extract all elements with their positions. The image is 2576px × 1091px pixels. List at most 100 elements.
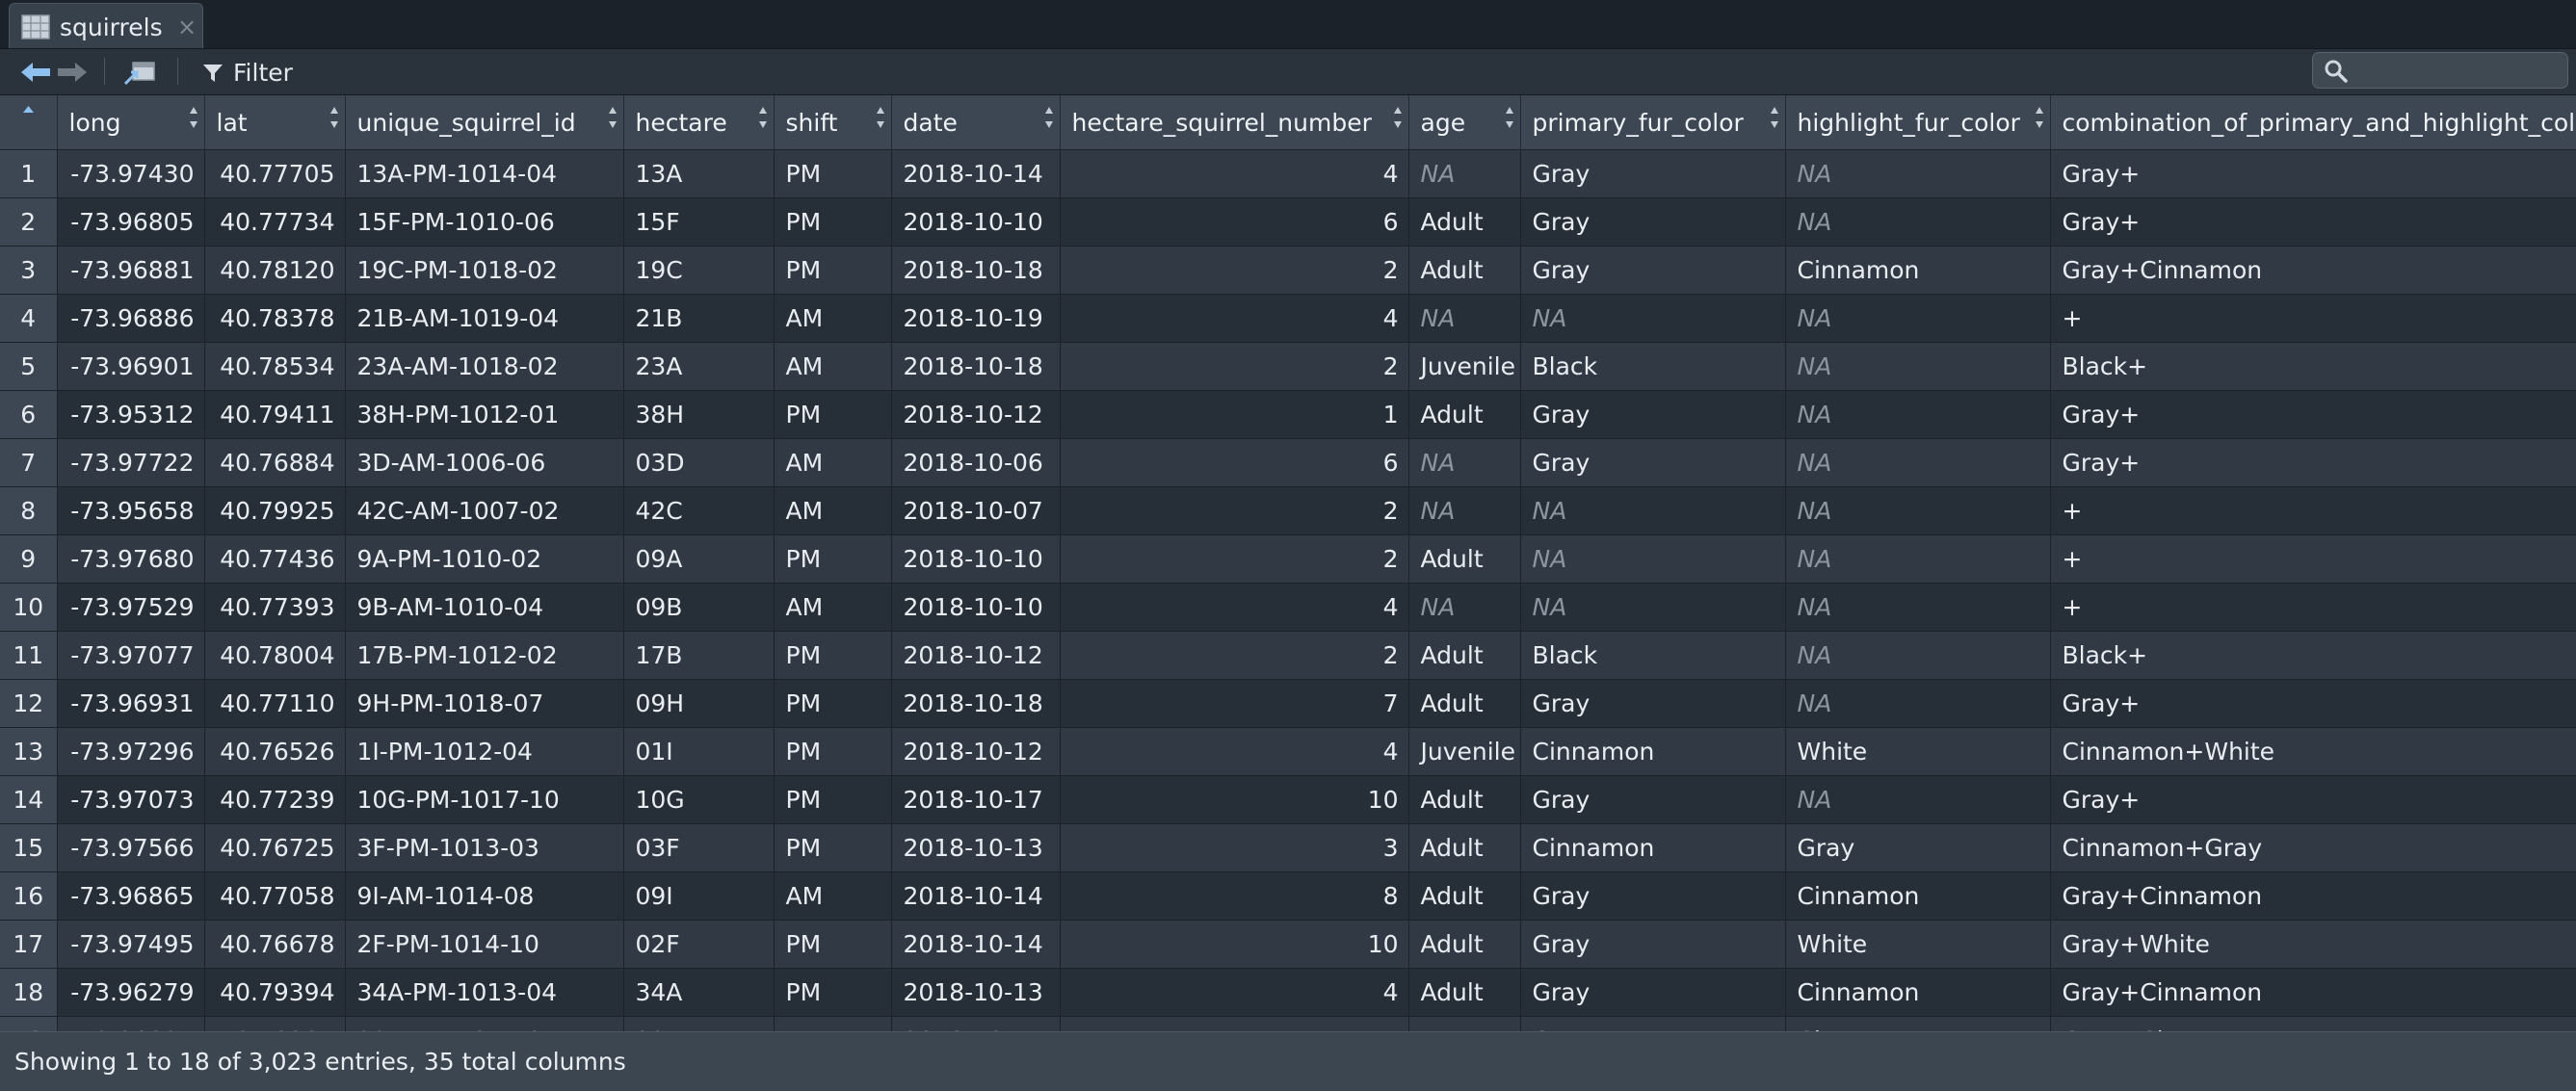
table-row[interactable]: 16-73.9686540.770589I-AM-1014-0809IAM201… [0,872,2576,921]
tab-squirrels[interactable]: squirrels × [9,3,203,48]
table-row[interactable]: 10-73.9752940.773939B-AM-1010-0409BAM201… [0,584,2576,632]
table-row[interactable]: 4-73.9688640.7837821B-AM-1019-0421BAM201… [0,295,2576,343]
sort-arrows-icon[interactable] [608,105,618,130]
table-cell-hectare-squirrel-number: 2 [1060,535,1408,584]
table-row[interactable]: 5-73.9690140.7853423A-AM-1018-0223AAM201… [0,343,2576,391]
close-tab-icon[interactable]: × [177,13,197,40]
table-row[interactable]: 19-73.9683740.7838533B-PM-1014-0533BPM20… [0,1017,2576,1032]
row-index: 6 [0,391,57,439]
sort-arrows-icon[interactable] [1393,105,1403,130]
row-index: 11 [0,632,57,680]
column-header-hectare-squirrel-number[interactable]: hectare_squirrel_number [1060,95,1408,150]
column-header-highlight-fur-color[interactable]: highlight_fur_color [1785,95,2050,150]
table-cell-age: Adult [1408,680,1520,728]
table-row[interactable]: 9-73.9768040.774369A-PM-1010-0209APM2018… [0,535,2576,584]
table-row[interactable]: 8-73.9565840.7992542C-AM-1007-0242CAM201… [0,487,2576,535]
table-cell-hectare: 33B [623,1017,774,1032]
table-cell-lat: 40.78004 [204,632,345,680]
table-cell-date: 2018-10-10 [891,535,1060,584]
row-index-header[interactable] [0,95,57,150]
table-row[interactable]: 14-73.9707340.7723910G-PM-1017-1010GPM20… [0,776,2576,824]
table-row[interactable]: 11-73.9707740.7800417B-PM-1012-0217BPM20… [0,632,2576,680]
column-header-unique-squirrel-id[interactable]: unique_squirrel_id [345,95,623,150]
table-cell-primary-fur-color: Gray [1520,1017,1785,1032]
table-row[interactable]: 17-73.9749540.766782F-PM-1014-1002FPM201… [0,921,2576,969]
sort-arrows-icon[interactable] [2035,105,2044,130]
table-cell-long: -73.97073 [57,776,204,824]
sort-arrows-icon[interactable] [1044,105,1054,130]
column-header-long[interactable]: long [57,95,204,150]
table-cell-shift: PM [774,535,891,584]
table-row[interactable]: 12-73.9693140.771109H-PM-1018-0709HPM201… [0,680,2576,728]
table-cell-unique-squirrel-id: 2F-PM-1014-10 [345,921,623,969]
table-row[interactable]: 6-73.9531240.7941138H-PM-1012-0138HPM201… [0,391,2576,439]
column-header-hectare[interactable]: hectare [623,95,774,150]
table-row[interactable]: 7-73.9772240.768843D-AM-1006-0603DAM2018… [0,439,2576,487]
table-cell-shift: PM [774,921,891,969]
forward-arrow-icon[interactable] [56,61,89,84]
table-cell-combination-of-primary-and-highlight-color: Gray+White [2050,921,2576,969]
search-input[interactable] [2355,55,2562,86]
sort-arrows-icon[interactable] [189,105,198,130]
toolbar-divider [177,58,178,85]
table-cell-shift: PM [774,969,891,1017]
row-index: 5 [0,343,57,391]
row-index: 16 [0,872,57,921]
table-cell-shift: PM [774,247,891,295]
table-cell-highlight-fur-color: Cinnamon [1785,1017,2050,1032]
column-header-date[interactable]: date [891,95,1060,150]
table-cell-date: 2018-10-14 [891,150,1060,198]
table-cell-lat: 40.76884 [204,439,345,487]
table-row[interactable]: 1-73.9743040.7770513A-PM-1014-0413APM201… [0,150,2576,198]
table-cell-age: Juvenile [1408,343,1520,391]
table-cell-unique-squirrel-id: 9B-AM-1010-04 [345,584,623,632]
table-row[interactable]: 2-73.9680540.7773415F-PM-1010-0615FPM201… [0,198,2576,247]
column-header-label: shift [786,109,838,137]
table-cell-highlight-fur-color: NA [1785,680,2050,728]
column-header-lat[interactable]: lat [204,95,345,150]
table-cell-long: -73.97495 [57,921,204,969]
table-cell-combination-of-primary-and-highlight-color: Gray+ [2050,776,2576,824]
table-cell-hectare-squirrel-number: 2 [1060,343,1408,391]
table-cell-unique-squirrel-id: 1I-PM-1012-04 [345,728,623,776]
table-cell-primary-fur-color: NA [1520,584,1785,632]
table-cell-highlight-fur-color: NA [1785,150,2050,198]
table-cell-date: 2018-10-07 [891,487,1060,535]
sort-arrows-icon[interactable] [758,105,768,130]
column-header-age[interactable]: age [1408,95,1520,150]
sort-arrows-icon[interactable] [1505,105,1514,130]
table-cell-date: 2018-10-18 [891,343,1060,391]
table-cell-hectare: 09A [623,535,774,584]
column-header-primary-fur-color[interactable]: primary_fur_color [1520,95,1785,150]
table-row[interactable]: 18-73.9627940.7939434A-PM-1013-0434APM20… [0,969,2576,1017]
table-row[interactable]: 3-73.9688140.7812019C-PM-1018-0219CPM201… [0,247,2576,295]
table-cell-highlight-fur-color: NA [1785,487,2050,535]
tab-bar: squirrels × [0,0,2576,49]
column-header-shift[interactable]: shift [774,95,891,150]
table-row[interactable]: 13-73.9729640.765261I-PM-1012-0401IPM201… [0,728,2576,776]
table-cell-unique-squirrel-id: 15F-PM-1010-06 [345,198,623,247]
table-cell-unique-squirrel-id: 10G-PM-1017-10 [345,776,623,824]
sort-arrows-icon[interactable] [1770,105,1779,130]
table-cell-hectare: 19C [623,247,774,295]
sort-arrows-icon[interactable] [329,105,339,130]
table-row[interactable]: 15-73.9756640.767253F-PM-1013-0303FPM201… [0,824,2576,872]
sort-arrows-icon[interactable] [876,105,885,130]
table-cell-lat: 40.78534 [204,343,345,391]
back-arrow-icon[interactable] [19,61,52,84]
table-cell-hectare-squirrel-number: 4 [1060,150,1408,198]
table-cell-age: Adult [1408,824,1520,872]
table-cell-lat: 40.78385 [204,1017,345,1032]
tab-title: squirrels [60,13,163,41]
search-field[interactable] [2312,52,2568,89]
table-cell-long: -73.97529 [57,584,204,632]
popout-window-icon[interactable] [123,59,158,86]
column-header-combination-of-primary-and-highlight-color[interactable]: combination_of_primary_and_highlight_col… [2050,95,2576,150]
table-cell-unique-squirrel-id: 9A-PM-1010-02 [345,535,623,584]
table-cell-hectare: 13A [623,150,774,198]
table-cell-highlight-fur-color: NA [1785,632,2050,680]
column-header-label: date [904,109,958,137]
table-cell-highlight-fur-color: Cinnamon [1785,247,2050,295]
table-cell-long: -73.95312 [57,391,204,439]
table-cell-hectare: 17B [623,632,774,680]
